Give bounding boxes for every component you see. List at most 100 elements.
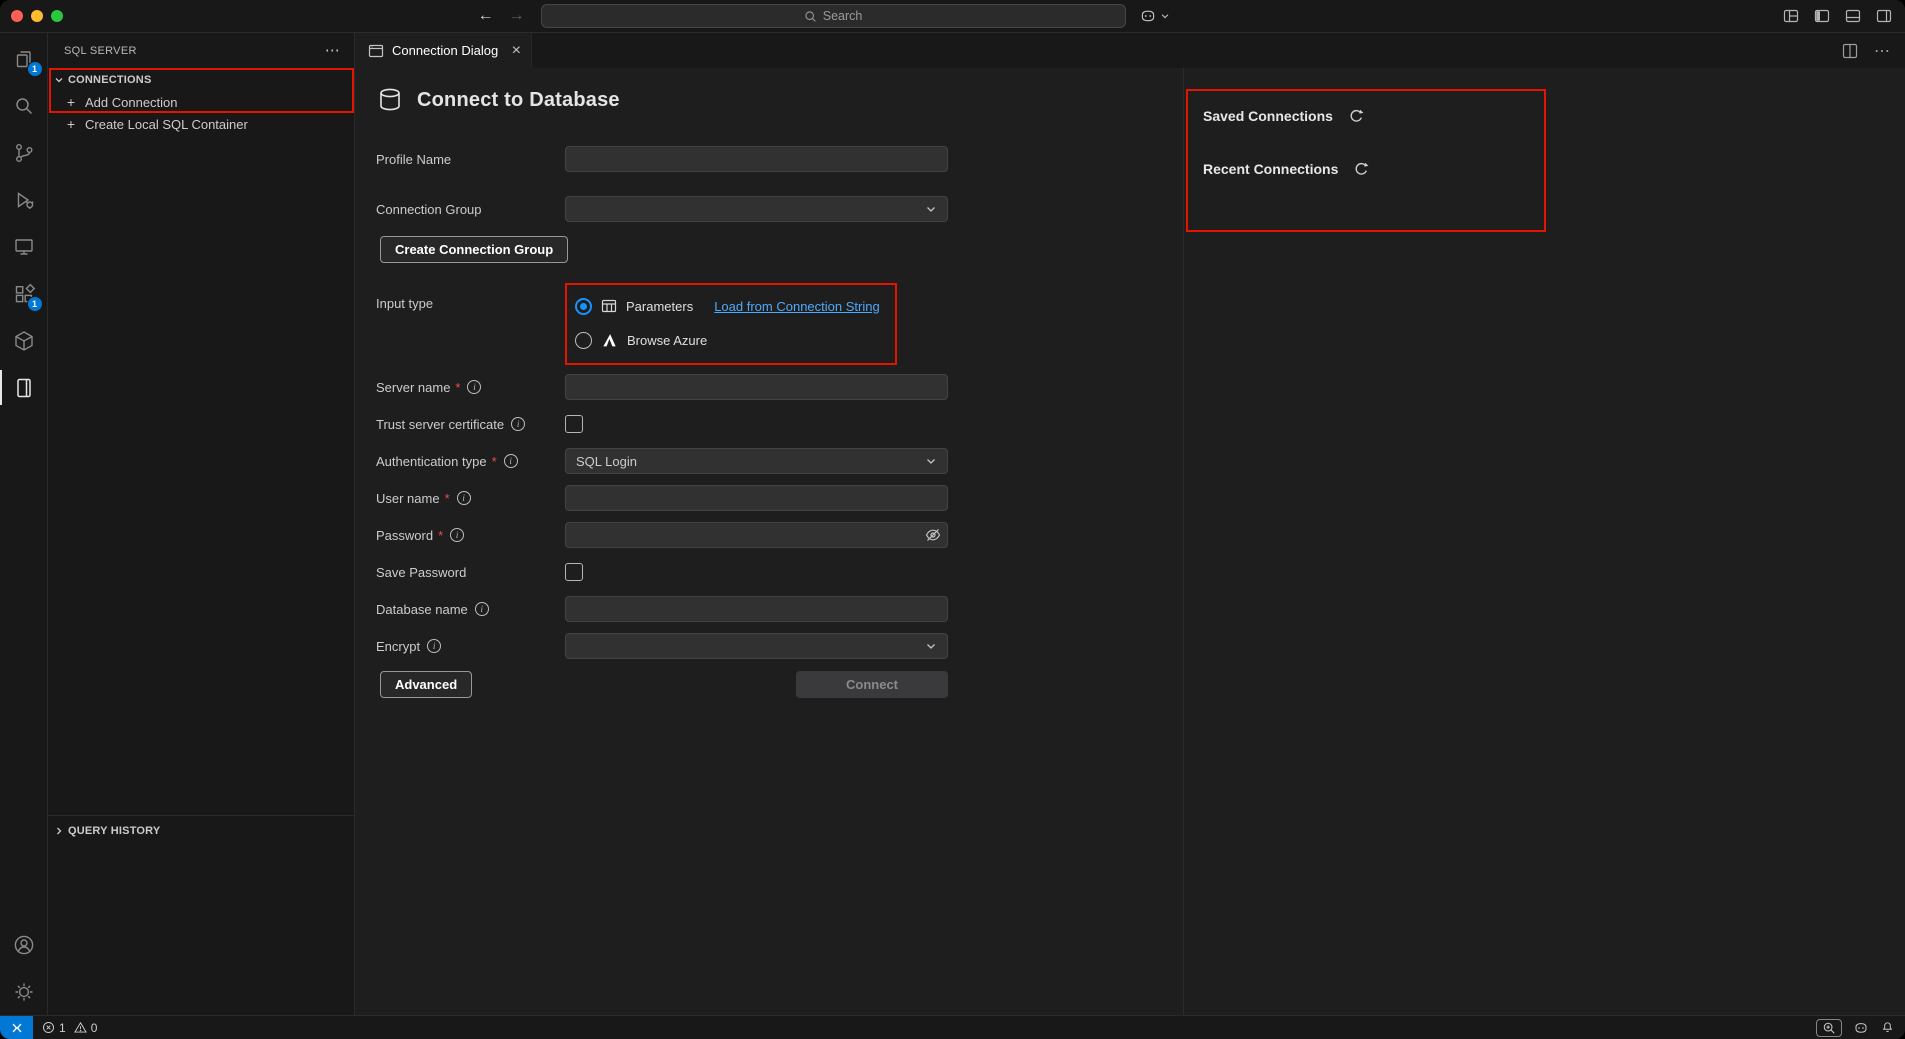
required-marker: * <box>438 528 443 543</box>
chevron-down-icon <box>925 455 937 467</box>
explorer-badge: 1 <box>27 61 43 77</box>
toggle-primary-sidebar-icon[interactable] <box>1814 8 1830 24</box>
toggle-secondary-sidebar-icon[interactable] <box>1876 8 1892 24</box>
advanced-button[interactable]: Advanced <box>380 671 472 698</box>
create-connection-group-button[interactable]: Create Connection Group <box>380 236 568 263</box>
editor-more-actions-icon[interactable]: ⋯ <box>1874 41 1890 61</box>
profile-name-input[interactable] <box>565 146 948 172</box>
create-local-sql-container-label: Create Local SQL Container <box>85 117 248 132</box>
search-placeholder: Search <box>823 9 863 23</box>
navigate-forward-icon[interactable]: → <box>509 7 525 25</box>
refresh-saved-connections-icon[interactable] <box>1348 108 1364 124</box>
parameters-radio[interactable] <box>575 298 592 315</box>
explorer-icon[interactable]: 1 <box>0 35 48 82</box>
browse-azure-option-label[interactable]: Browse Azure <box>627 333 707 348</box>
accounts-icon[interactable] <box>0 921 48 968</box>
connection-group-select[interactable] <box>565 196 948 222</box>
azure-icon <box>601 332 618 349</box>
customize-layout-icon[interactable] <box>1783 8 1799 24</box>
encrypt-select[interactable] <box>565 633 948 659</box>
status-bar: 1 0 <box>0 1015 1905 1039</box>
info-icon[interactable]: i <box>427 639 441 653</box>
remote-explorer-icon[interactable] <box>0 223 48 270</box>
extensions-icon[interactable]: 1 <box>0 270 48 317</box>
search-view-icon[interactable] <box>0 82 48 129</box>
database-name-input[interactable] <box>565 596 948 622</box>
navigate-back-icon[interactable]: ← <box>478 7 494 25</box>
command-center-search[interactable]: Search <box>541 4 1126 28</box>
add-connection-item[interactable]: + Add Connection <box>48 91 354 113</box>
save-password-checkbox[interactable] <box>565 563 583 581</box>
copilot-menu-button[interactable] <box>1139 7 1170 25</box>
connections-section-header[interactable]: CONNECTIONS <box>48 68 354 91</box>
remote-indicator[interactable] <box>0 1016 33 1039</box>
source-control-icon[interactable] <box>0 129 48 176</box>
sidebar-header: SQL SERVER ⋯ <box>48 33 354 68</box>
authentication-type-select[interactable]: SQL Login <box>565 448 948 474</box>
copilot-status-icon[interactable] <box>1853 1020 1869 1036</box>
load-from-connection-string-link[interactable]: Load from Connection String <box>714 299 879 314</box>
search-icon <box>804 10 817 23</box>
add-connection-label: Add Connection <box>85 95 178 110</box>
toggle-password-visibility-icon[interactable] <box>925 527 941 543</box>
warning-icon <box>74 1021 87 1034</box>
dialog-title: Connect to Database <box>417 89 620 112</box>
info-icon[interactable]: i <box>457 491 471 505</box>
more-actions-icon[interactable]: ⋯ <box>325 43 340 58</box>
tab-label: Connection Dialog <box>392 43 498 58</box>
minimize-window-button[interactable] <box>31 10 43 22</box>
refresh-recent-connections-icon[interactable] <box>1353 161 1369 177</box>
editor-tab-bar: Connection Dialog × ⋯ <box>355 33 1905 68</box>
connect-button[interactable]: Connect <box>796 671 948 698</box>
trust-server-certificate-checkbox[interactable] <box>565 415 583 433</box>
info-icon[interactable]: i <box>475 602 489 616</box>
tab-connection-dialog[interactable]: Connection Dialog × <box>355 33 532 68</box>
server-name-input[interactable] <box>565 374 948 400</box>
settings-gear-icon[interactable] <box>0 968 48 1015</box>
browse-azure-radio[interactable] <box>575 332 592 349</box>
maximize-window-button[interactable] <box>51 10 63 22</box>
close-tab-icon[interactable]: × <box>512 43 521 59</box>
toggle-panel-icon[interactable] <box>1845 8 1861 24</box>
containers-icon[interactable] <box>0 317 48 364</box>
database-name-label: Database name <box>376 602 468 617</box>
info-icon[interactable]: i <box>450 528 464 542</box>
required-marker: * <box>445 491 450 506</box>
authentication-type-value: SQL Login <box>576 454 637 469</box>
plus-icon: + <box>64 116 78 132</box>
chevron-down-icon <box>1160 11 1170 21</box>
split-editor-icon[interactable] <box>1842 43 1858 59</box>
user-name-input[interactable] <box>565 485 948 511</box>
close-window-button[interactable] <box>11 10 23 22</box>
authentication-type-label: Authentication type <box>376 454 487 469</box>
info-icon[interactable]: i <box>504 454 518 468</box>
info-icon[interactable]: i <box>467 380 481 394</box>
chevron-down-icon <box>925 640 937 652</box>
password-input[interactable] <box>565 522 948 548</box>
profile-name-label: Profile Name <box>376 152 451 167</box>
input-type-annotation-box: Parameters Load from Connection String <box>565 283 897 365</box>
parameters-option-label[interactable]: Parameters <box>626 299 693 314</box>
error-count: 1 <box>59 1021 66 1035</box>
notifications-bell-icon[interactable] <box>1880 1020 1895 1035</box>
vscode-window: ← → Search <box>0 0 1905 1039</box>
password-label: Password <box>376 528 433 543</box>
input-type-label: Input type <box>376 296 433 311</box>
copilot-icon <box>1139 7 1157 25</box>
zoom-status-button[interactable] <box>1816 1019 1842 1037</box>
problems-status[interactable]: 1 0 <box>33 1021 101 1035</box>
server-name-label: Server name <box>376 380 450 395</box>
encrypt-label: Encrypt <box>376 639 420 654</box>
sidebar-title: SQL SERVER <box>64 45 325 57</box>
connection-dialog-webview: Connect to Database Profile Name Connect… <box>355 68 1905 1015</box>
create-local-sql-container-item[interactable]: + Create Local SQL Container <box>48 113 354 135</box>
plus-icon: + <box>64 94 78 110</box>
run-debug-icon[interactable] <box>0 176 48 223</box>
sql-server-view-icon[interactable] <box>0 364 48 411</box>
query-history-section-header[interactable]: QUERY HISTORY <box>48 819 354 842</box>
connections-panel: Saved Connections Recent Connections <box>1183 68 1905 1015</box>
user-name-label: User name <box>376 491 440 506</box>
activity-bar: 1 <box>0 33 48 1015</box>
info-icon[interactable]: i <box>511 417 525 431</box>
connection-group-label: Connection Group <box>376 202 482 217</box>
